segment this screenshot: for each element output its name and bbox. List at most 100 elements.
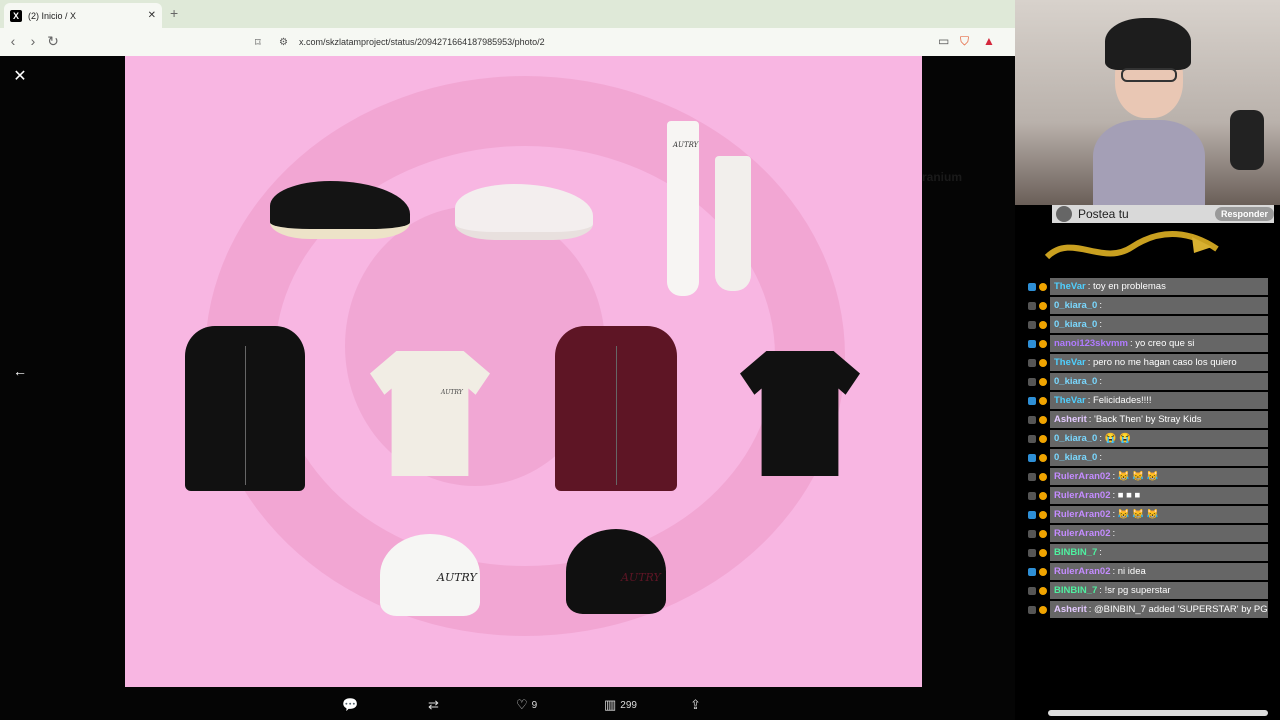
sub-badge-icon [1028,339,1036,348]
chat-bubble: 0_kiara_0: 😭 😭 [1050,430,1268,447]
repost-icon: ⇄ [428,697,439,712]
chat-bubble: RulerAran02: ■ ■ ■ [1050,487,1268,504]
heart-icon: ♡ [516,697,528,712]
chat-bubble: RulerAran02: 😹 😹 😹 [1050,468,1268,485]
browser-tab[interactable]: X (2) Inicio / X ✕ [4,3,162,28]
chat-message: Asherit: @BINBIN_7 added 'SUPERSTAR' by … [1028,600,1268,619]
forward-icon[interactable]: › [24,33,42,49]
bookmark-icon[interactable]: ⌑ [255,36,269,49]
chat-text: : @BINBIN_7 added 'SUPERSTAR' by PG. [1088,604,1268,615]
x-logo-icon: X [10,9,22,22]
close-tab-icon[interactable]: ✕ [148,10,156,21]
chat-message: RulerAran02: [1028,524,1268,543]
chat-username[interactable]: 0_kiara_0 [1054,319,1097,330]
reply-icon: 💬 [342,697,359,712]
burgundy-hoodie [555,326,677,491]
sub-badge-icon [1028,453,1036,462]
sub-badge-icon [1028,491,1036,500]
chat-text: : toy en problemas [1087,281,1166,292]
chat-scrollbar[interactable] [1048,710,1268,716]
sock-brand-text: AUTRY [673,141,699,149]
coin-badge-icon [1039,472,1047,481]
chat-username[interactable]: TheVar [1054,281,1086,292]
chat-text: : [1099,300,1102,311]
chat-username[interactable]: RulerAran02 [1054,471,1111,482]
chat-message: 0_kiara_0: [1028,296,1268,315]
chat-text: : 😹 😹 😹 [1112,471,1159,482]
chat-username[interactable]: 0_kiara_0 [1054,433,1097,444]
chat-username[interactable]: RulerAran02 [1054,509,1111,520]
reply-button-top[interactable]: Responder [1214,207,1274,221]
coin-badge-icon [1039,605,1047,614]
sub-badge-icon [1028,396,1036,405]
chat-username[interactable]: Asherit [1054,604,1087,615]
coin-badge-icon [1039,358,1047,367]
like-button[interactable]: ♡ 9 [516,697,537,713]
chat-username[interactable]: 0_kiara_0 [1054,376,1097,387]
new-tab-icon[interactable]: + [170,5,178,21]
like-count: 9 [531,699,538,711]
chat-text: : ■ ■ ■ [1112,490,1141,501]
chat-username[interactable]: RulerAran02 [1054,490,1111,501]
coin-badge-icon [1039,491,1047,500]
close-viewer-icon[interactable]: ✕ [10,67,30,87]
chat-message: Asherit: 'Back Then' by Stray Kids [1028,410,1268,429]
black-cap-brand-text: AUTRY [621,571,661,584]
chat-message: 0_kiara_0: [1028,448,1268,467]
chat-bubble: TheVar: toy en problemas [1050,278,1268,295]
dragon-emote-icon [1044,231,1219,260]
chat-message: nanoi123skvmm: yo creo que si [1028,334,1268,353]
avatar [1056,206,1072,222]
white-cap-brand-text: AUTRY [437,571,477,584]
sub-badge-icon [1028,605,1036,614]
address-bar[interactable]: ⌑ ⚙ x.com/skzlatamproject/status/2094271… [255,32,1000,52]
sub-badge-icon [1028,434,1036,443]
streamer-webcam [1015,0,1280,205]
chat-message: RulerAran02: 😹 😹 😹 [1028,467,1268,486]
photo-viewer: ✕ ← AUTRY AUTRY AUTRY AUTRY ranium 💬 ⇄ ♡… [0,56,1015,720]
coin-badge-icon [1039,510,1047,519]
views-button[interactable]: ▥ 299 [604,697,637,713]
chat-username[interactable]: RulerAran02 [1054,528,1111,539]
back-icon[interactable]: ‹ [4,33,22,49]
chat-username[interactable]: 0_kiara_0 [1054,452,1097,463]
chat-message: BINBIN_7: [1028,543,1268,562]
streamer [1093,10,1205,205]
sub-badge-icon [1028,472,1036,481]
cast-icon[interactable]: ▭ [938,34,949,48]
tweet-actions: 💬 ⇄ ♡ 9 ▥ 299 ⇪ [0,687,1015,720]
reload-icon[interactable]: ↻ [44,33,62,50]
chat-bubble: 0_kiara_0: [1050,316,1268,333]
sub-badge-icon [1028,320,1036,329]
site-info-icon[interactable]: ⚙ [279,37,293,48]
view-count: 299 [620,699,637,711]
chat-message: RulerAran02: 😹 😹 😹 [1028,505,1268,524]
coin-badge-icon [1039,567,1047,576]
chat-username[interactable]: TheVar [1054,357,1086,368]
chat-username[interactable]: Asherit [1054,414,1087,425]
chat-username[interactable]: BINBIN_7 [1054,585,1097,596]
chat-username[interactable]: RulerAran02 [1054,566,1111,577]
compose-bar[interactable]: Postea tu Responder [1052,205,1274,223]
chat-bubble: TheVar: pero no me hagan caso los quiero [1050,354,1268,371]
brave-shield-icon[interactable]: ⛉ [960,34,969,49]
side-panel-text: ranium [922,170,963,184]
bar-chart-icon: ▥ [604,697,617,712]
chat-username[interactable]: TheVar [1054,395,1086,406]
coin-badge-icon [1039,529,1047,538]
product-photo[interactable]: AUTRY AUTRY AUTRY AUTRY [125,56,922,687]
repost-button[interactable]: ⇄ [428,697,443,713]
share-button[interactable]: ⇪ [690,697,701,713]
chat-username[interactable]: BINBIN_7 [1054,547,1097,558]
previous-photo-icon[interactable]: ← [10,361,30,381]
chat-text: : 😹 😹 😹 [1112,509,1159,520]
compose-placeholder: Postea tu [1078,207,1129,221]
sub-badge-icon [1028,358,1036,367]
reply-button[interactable]: 💬 [342,697,362,713]
chat-text: : [1099,376,1102,387]
chat-bubble: 0_kiara_0: [1050,297,1268,314]
tab-title: (2) Inicio / X [28,10,77,21]
brave-rewards-icon[interactable]: ▲ [983,34,995,48]
chat-username[interactable]: 0_kiara_0 [1054,300,1097,311]
chat-username[interactable]: nanoi123skvmm [1054,338,1128,349]
